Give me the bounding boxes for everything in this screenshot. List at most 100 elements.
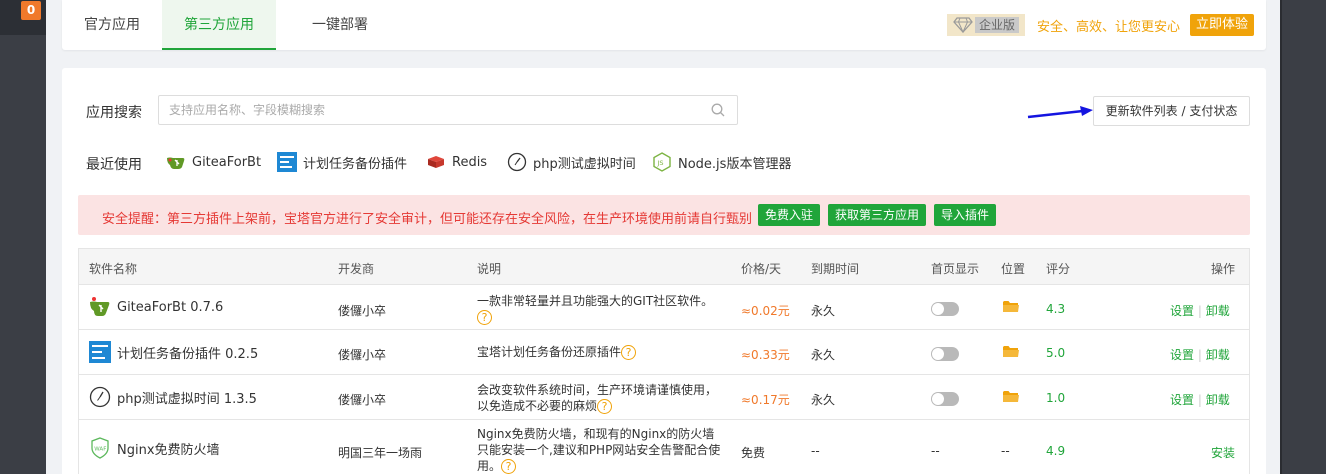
search-box[interactable] <box>158 95 738 125</box>
plugin-name-text: GiteaForBt 0.7.6 <box>117 299 224 315</box>
recent-item-label: Redis <box>452 154 488 170</box>
try-now-button[interactable]: 立即体验 <box>1190 14 1255 36</box>
enterprise-badge: 企业版 <box>947 14 1026 36</box>
actions: 安装 <box>1211 444 1235 461</box>
score: 4.3 <box>1046 302 1066 316</box>
clock-icon <box>89 386 111 408</box>
tab-one-click-deploy[interactable]: 一键部署 <box>276 0 404 50</box>
recent-item-gitea[interactable]: GiteaForBt <box>166 152 261 172</box>
table-row: WAF Nginx免费防火墙 明国三年一场雨 Nginx免费防火墙，和现有的Ng… <box>79 421 1249 474</box>
expire-time: 永久 <box>811 304 836 318</box>
svg-text:WAF: WAF <box>94 447 106 453</box>
enterprise-slogan: 安全、高效、让您更安心 <box>1037 19 1181 35</box>
alert-text: 安全提醒：第三方插件上架前，宝塔官方进行了安全审计，但可能还存在安全风险，在生产… <box>102 212 753 227</box>
price: 免费 <box>741 446 766 460</box>
plugin-name[interactable]: 计划任务备份插件 0.2.5 <box>89 341 258 363</box>
expire-time: 永久 <box>811 348 836 362</box>
update-software-list-button[interactable]: 更新软件列表 / 支付状态 <box>1093 96 1250 126</box>
description-text: 只能安装一个,建议和PHP网站安全告警配合使 <box>477 443 721 457</box>
home-display: -- <box>931 444 940 458</box>
header-score: 评分 <box>1046 262 1071 276</box>
home-display-toggle[interactable] <box>931 302 959 316</box>
free-join-button[interactable]: 免费入驻 <box>758 204 821 226</box>
developer: 偻儸小卒 <box>338 304 387 318</box>
price: ≈0.33元 <box>741 348 790 362</box>
description: 会改变软件系统时间，生产环境请谨慎使用， 以免造成不必要的麻烦? <box>477 382 722 414</box>
help-icon[interactable]: ? <box>477 310 492 325</box>
settings-link[interactable]: 设置 <box>1170 393 1194 407</box>
description: 一款非常轻量并且功能强大的GIT社区软件。 ? <box>477 293 722 325</box>
table-row: GiteaForBt 0.7.6 偻儸小卒 一款非常轻量并且功能强大的GIT社区… <box>79 286 1249 330</box>
developer: 明国三年一场雨 <box>338 446 423 460</box>
recent-item-label: 计划任务备份插件 <box>303 156 408 172</box>
description-text: 宝塔计划任务备份还原插件 <box>477 345 622 359</box>
plugin-name-text: php测试虚拟时间 1.3.5 <box>117 391 257 407</box>
notification-badge[interactable]: 0 <box>21 1 41 20</box>
table-header: 软件名称 开发商 说明 价格/天 到期时间 首页显示 位置 评分 操作 <box>79 249 1249 285</box>
plugin-name[interactable]: WAF Nginx免费防火墙 <box>89 437 220 459</box>
plugin-name-text: 计划任务备份插件 0.2.5 <box>117 346 259 362</box>
home-display-toggle[interactable] <box>931 392 959 406</box>
tab-official-apps[interactable]: 官方应用 <box>62 0 162 50</box>
help-icon[interactable]: ? <box>621 345 637 360</box>
header-home-display: 首页显示 <box>931 262 980 276</box>
header-expire: 到期时间 <box>811 262 860 276</box>
separator: | <box>1197 393 1206 407</box>
plugin-name[interactable]: php测试虚拟时间 1.3.5 <box>89 386 257 408</box>
expire-time: -- <box>811 444 820 458</box>
enterprise-label: 企业版 <box>975 17 1020 33</box>
gitea-icon <box>166 152 186 172</box>
tab-third-party-apps[interactable]: 第三方应用 <box>162 0 276 50</box>
table-row: 计划任务备份插件 0.2.5 偻儸小卒 宝塔计划任务备份还原插件? ≈0.33元… <box>79 331 1249 375</box>
separator: | <box>1197 348 1206 362</box>
uninstall-link[interactable]: 卸载 <box>1206 304 1230 318</box>
recent-item-label: Node.js版本管理器 <box>678 156 792 172</box>
recent-item-php-time[interactable]: php测试虚拟时间 <box>507 152 636 172</box>
clock-icon <box>507 152 527 172</box>
uninstall-link[interactable]: 卸载 <box>1206 393 1230 407</box>
actions: 设置 | 卸载 <box>1170 391 1230 408</box>
install-link[interactable]: 安装 <box>1211 446 1235 460</box>
plugin-name[interactable]: GiteaForBt 0.7.6 <box>89 296 223 318</box>
header-name: 软件名称 <box>89 262 138 276</box>
actions: 设置 | 卸载 <box>1170 346 1230 363</box>
header-position: 位置 <box>1001 262 1026 276</box>
description: Nginx免费防火墙，和现有的Nginx的防火墙 只能安装一个,建议和PHP网站… <box>477 426 722 474</box>
redis-icon <box>426 152 446 172</box>
description-text: 一款非常轻量并且功能强大的GIT社区软件。 <box>477 294 714 308</box>
enterprise-promo: 企业版 安全、高效、让您更安心 立即体验 <box>947 13 1255 37</box>
help-icon[interactable]: ? <box>501 459 517 474</box>
recent-item-redis[interactable]: Redis <box>426 152 487 172</box>
tab-bar: 官方应用 第三方应用 一键部署 企业版 安全、高效、让您更安心 立即体验 <box>62 0 1266 50</box>
settings-link[interactable]: 设置 <box>1170 348 1194 362</box>
gitea-icon <box>89 296 111 318</box>
search-icon[interactable] <box>711 103 725 117</box>
score: 5.0 <box>1046 346 1066 360</box>
header-price: 价格/天 <box>741 262 782 276</box>
left-sidebar: 0 <box>0 0 46 474</box>
separator: | <box>1197 304 1206 318</box>
recent-item-nodejs[interactable]: JS Node.js版本管理器 <box>652 152 791 172</box>
folder-icon[interactable] <box>1003 300 1019 316</box>
folder-icon[interactable] <box>1003 390 1019 406</box>
folder-icon[interactable] <box>1003 345 1019 361</box>
nodejs-icon: JS <box>652 152 672 172</box>
description-text: 会改变软件系统时间，生产环境请谨慎使用， <box>477 383 718 397</box>
import-plugin-button[interactable]: 导入插件 <box>934 204 997 226</box>
search-label: 应用搜索 <box>86 105 142 121</box>
table-row: php测试虚拟时间 1.3.5 偻儸小卒 会改变软件系统时间，生产环境请谨慎使用… <box>79 376 1249 420</box>
developer: 偻儸小卒 <box>338 348 387 362</box>
position: -- <box>1001 444 1010 458</box>
settings-link[interactable]: 设置 <box>1170 304 1194 318</box>
backup-icon <box>277 152 297 172</box>
search-input[interactable] <box>169 97 709 123</box>
score: 1.0 <box>1046 391 1066 405</box>
waf-icon: WAF <box>89 437 111 459</box>
score: 4.9 <box>1046 444 1066 458</box>
help-icon[interactable]: ? <box>597 399 613 414</box>
backup-icon <box>89 341 111 363</box>
uninstall-link[interactable]: 卸载 <box>1206 348 1230 362</box>
home-display-toggle[interactable] <box>931 347 959 361</box>
recent-item-backup[interactable]: 计划任务备份插件 <box>277 152 407 172</box>
get-third-party-button[interactable]: 获取第三方应用 <box>828 204 927 226</box>
